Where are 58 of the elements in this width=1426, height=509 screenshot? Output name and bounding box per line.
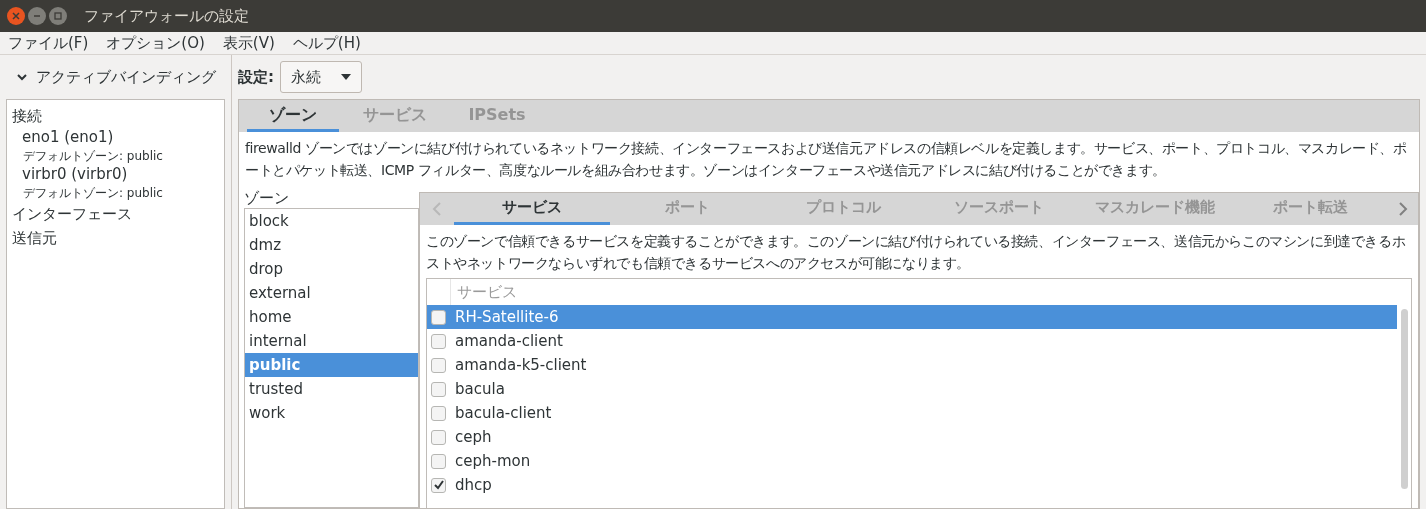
panel-heading: アクティブバインディング — [36, 66, 216, 88]
service-row[interactable]: ceph — [427, 425, 1397, 449]
service-name: amanda-k5-client — [455, 354, 587, 376]
service-row[interactable]: amanda-k5-client — [427, 353, 1397, 377]
checkbox[interactable] — [431, 453, 446, 469]
section-label[interactable]: 接続 — [12, 104, 219, 128]
section-label[interactable]: インターフェース — [12, 202, 219, 226]
service-name: ceph — [455, 426, 492, 448]
caret-icon — [341, 74, 351, 80]
checkbox[interactable] — [431, 405, 446, 421]
checkbox[interactable] — [431, 381, 446, 397]
service-name: ceph-mon — [455, 450, 531, 472]
service-row[interactable]: bacula — [427, 377, 1397, 401]
zone-item[interactable]: external — [245, 281, 418, 305]
menu-item[interactable]: 表示(V) — [222, 31, 275, 55]
zone-item[interactable]: dmz — [245, 233, 418, 257]
services-description: このゾーンで信頼できるサービスを定義することができます。このゾーンに結び付けられている接続、インターフェース、送信元からこのマシンに到達できるホストやネットワークならいずれでも信頼できるサービスへのアクセスが可能になります。 — [425, 232, 1407, 273]
checkbox[interactable] — [431, 309, 446, 325]
zones-label: ゾーン — [244, 189, 290, 208]
connection-name[interactable]: eno1 (eno1) — [22, 128, 219, 147]
window-title: ファイアウォールの設定 — [84, 5, 249, 27]
service-row[interactable]: ceph-mon — [427, 449, 1397, 473]
checkbox[interactable] — [431, 477, 446, 493]
menu-item[interactable]: オプション(O) — [106, 31, 205, 55]
zone-item[interactable]: drop — [245, 257, 418, 281]
checkbox[interactable] — [431, 357, 446, 373]
service-name: bacula — [455, 378, 505, 400]
close-icon[interactable] — [7, 7, 25, 25]
service-name: amanda-client — [455, 330, 563, 352]
checkbox[interactable] — [431, 333, 446, 349]
checkbox[interactable] — [431, 429, 446, 445]
service-row[interactable]: dhcp — [427, 473, 1397, 497]
config-label: 設定: — [238, 66, 274, 88]
maximize-icon[interactable] — [49, 7, 67, 25]
tab[interactable]: サービス — [454, 193, 610, 225]
tab[interactable]: ゾーン — [247, 100, 339, 132]
scroll-left-icon[interactable] — [432, 201, 442, 217]
connection-name[interactable]: virbr0 (virbr0) — [22, 165, 219, 184]
service-row[interactable]: amanda-client — [427, 329, 1397, 353]
service-row[interactable]: bacula-client — [427, 401, 1397, 425]
zone-item[interactable]: internal — [245, 329, 418, 353]
service-name: RH-Satellite-6 — [455, 306, 559, 328]
section-label[interactable]: 送信元 — [12, 226, 219, 250]
minimize-icon[interactable] — [28, 7, 46, 25]
zone-item[interactable]: trusted — [245, 377, 418, 401]
scroll-right-icon[interactable] — [1398, 201, 1409, 217]
service-name: bacula-client — [455, 402, 552, 424]
zone-item[interactable]: home — [245, 305, 418, 329]
menu-item[interactable]: ファイル(F) — [8, 31, 89, 55]
zone-item[interactable]: work — [245, 401, 418, 425]
zone-item[interactable]: block — [245, 209, 418, 233]
service-name: dhcp — [455, 474, 492, 496]
connection-zone: デフォルトゾーン: public — [22, 148, 164, 165]
connection-zone: デフォルトゾーン: public — [22, 185, 164, 202]
config-dropdown[interactable]: 永続 — [280, 61, 362, 93]
menu-item[interactable]: ヘルプ(H) — [292, 31, 361, 55]
zone-description: firewalld ゾーンではゾーンに結び付けられているネットワーク接続、インターフェースおよび送信元アドレスの信頼レベルを定義します。サービス、ポート、プロトコル、マスカレード、ポートとパケット転送、ICMP フィルター、高度なルールを組み合わせます。ゾーンはインターフェースや送信元アドレスに結び付けることができます。 — [244, 139, 1408, 180]
chevron-icon[interactable] — [16, 71, 28, 83]
